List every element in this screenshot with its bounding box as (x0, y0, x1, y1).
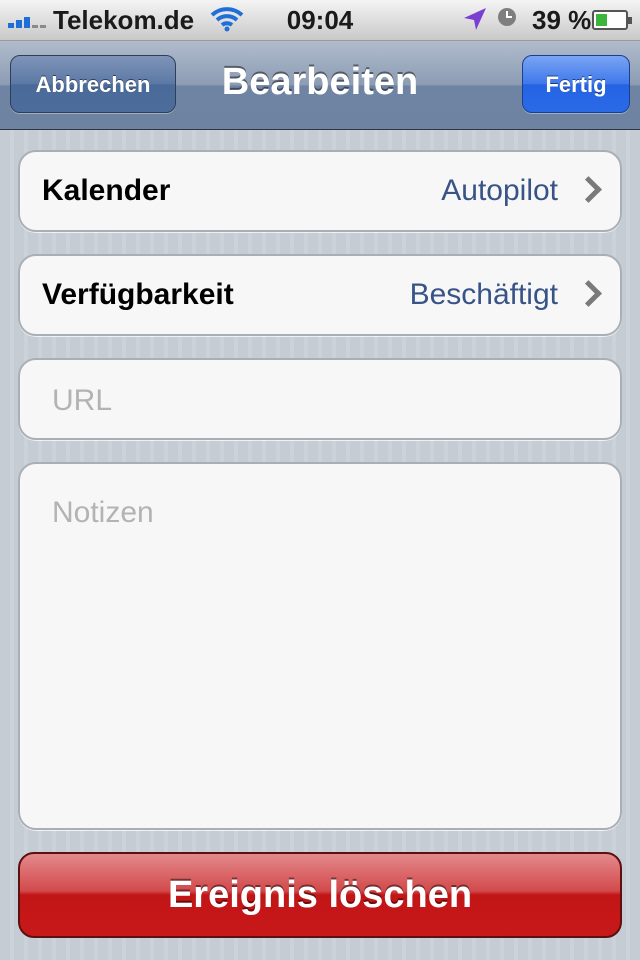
calendar-row[interactable]: Kalender Autopilot (18, 150, 622, 232)
availability-value: Beschäftigt (409, 278, 558, 311)
status-bar: Telekom.de 09:04 39 % (0, 0, 640, 41)
chevron-right-icon (575, 176, 602, 203)
notes-field[interactable]: Notizen (18, 462, 622, 830)
battery-fill (596, 14, 607, 26)
battery-percent: 39 % (532, 5, 592, 35)
calendar-value: Autopilot (441, 174, 558, 207)
calendar-label: Kalender (42, 174, 171, 207)
navigation-bar: Abbrechen Bearbeiten Fertig (0, 41, 640, 130)
chevron-right-icon (575, 280, 602, 307)
delete-event-button[interactable]: Ereignis löschen (18, 852, 622, 938)
notes-placeholder: Notizen (52, 496, 154, 529)
url-placeholder: URL (52, 384, 113, 417)
availability-row[interactable]: Verfügbarkeit Beschäftigt (18, 254, 622, 336)
battery-icon (592, 10, 632, 30)
availability-label: Verfügbarkeit (42, 278, 234, 311)
location-icon (464, 8, 486, 30)
url-field[interactable]: URL (18, 358, 622, 440)
alarm-clock-icon (498, 8, 516, 26)
done-button[interactable]: Fertig (522, 55, 630, 113)
